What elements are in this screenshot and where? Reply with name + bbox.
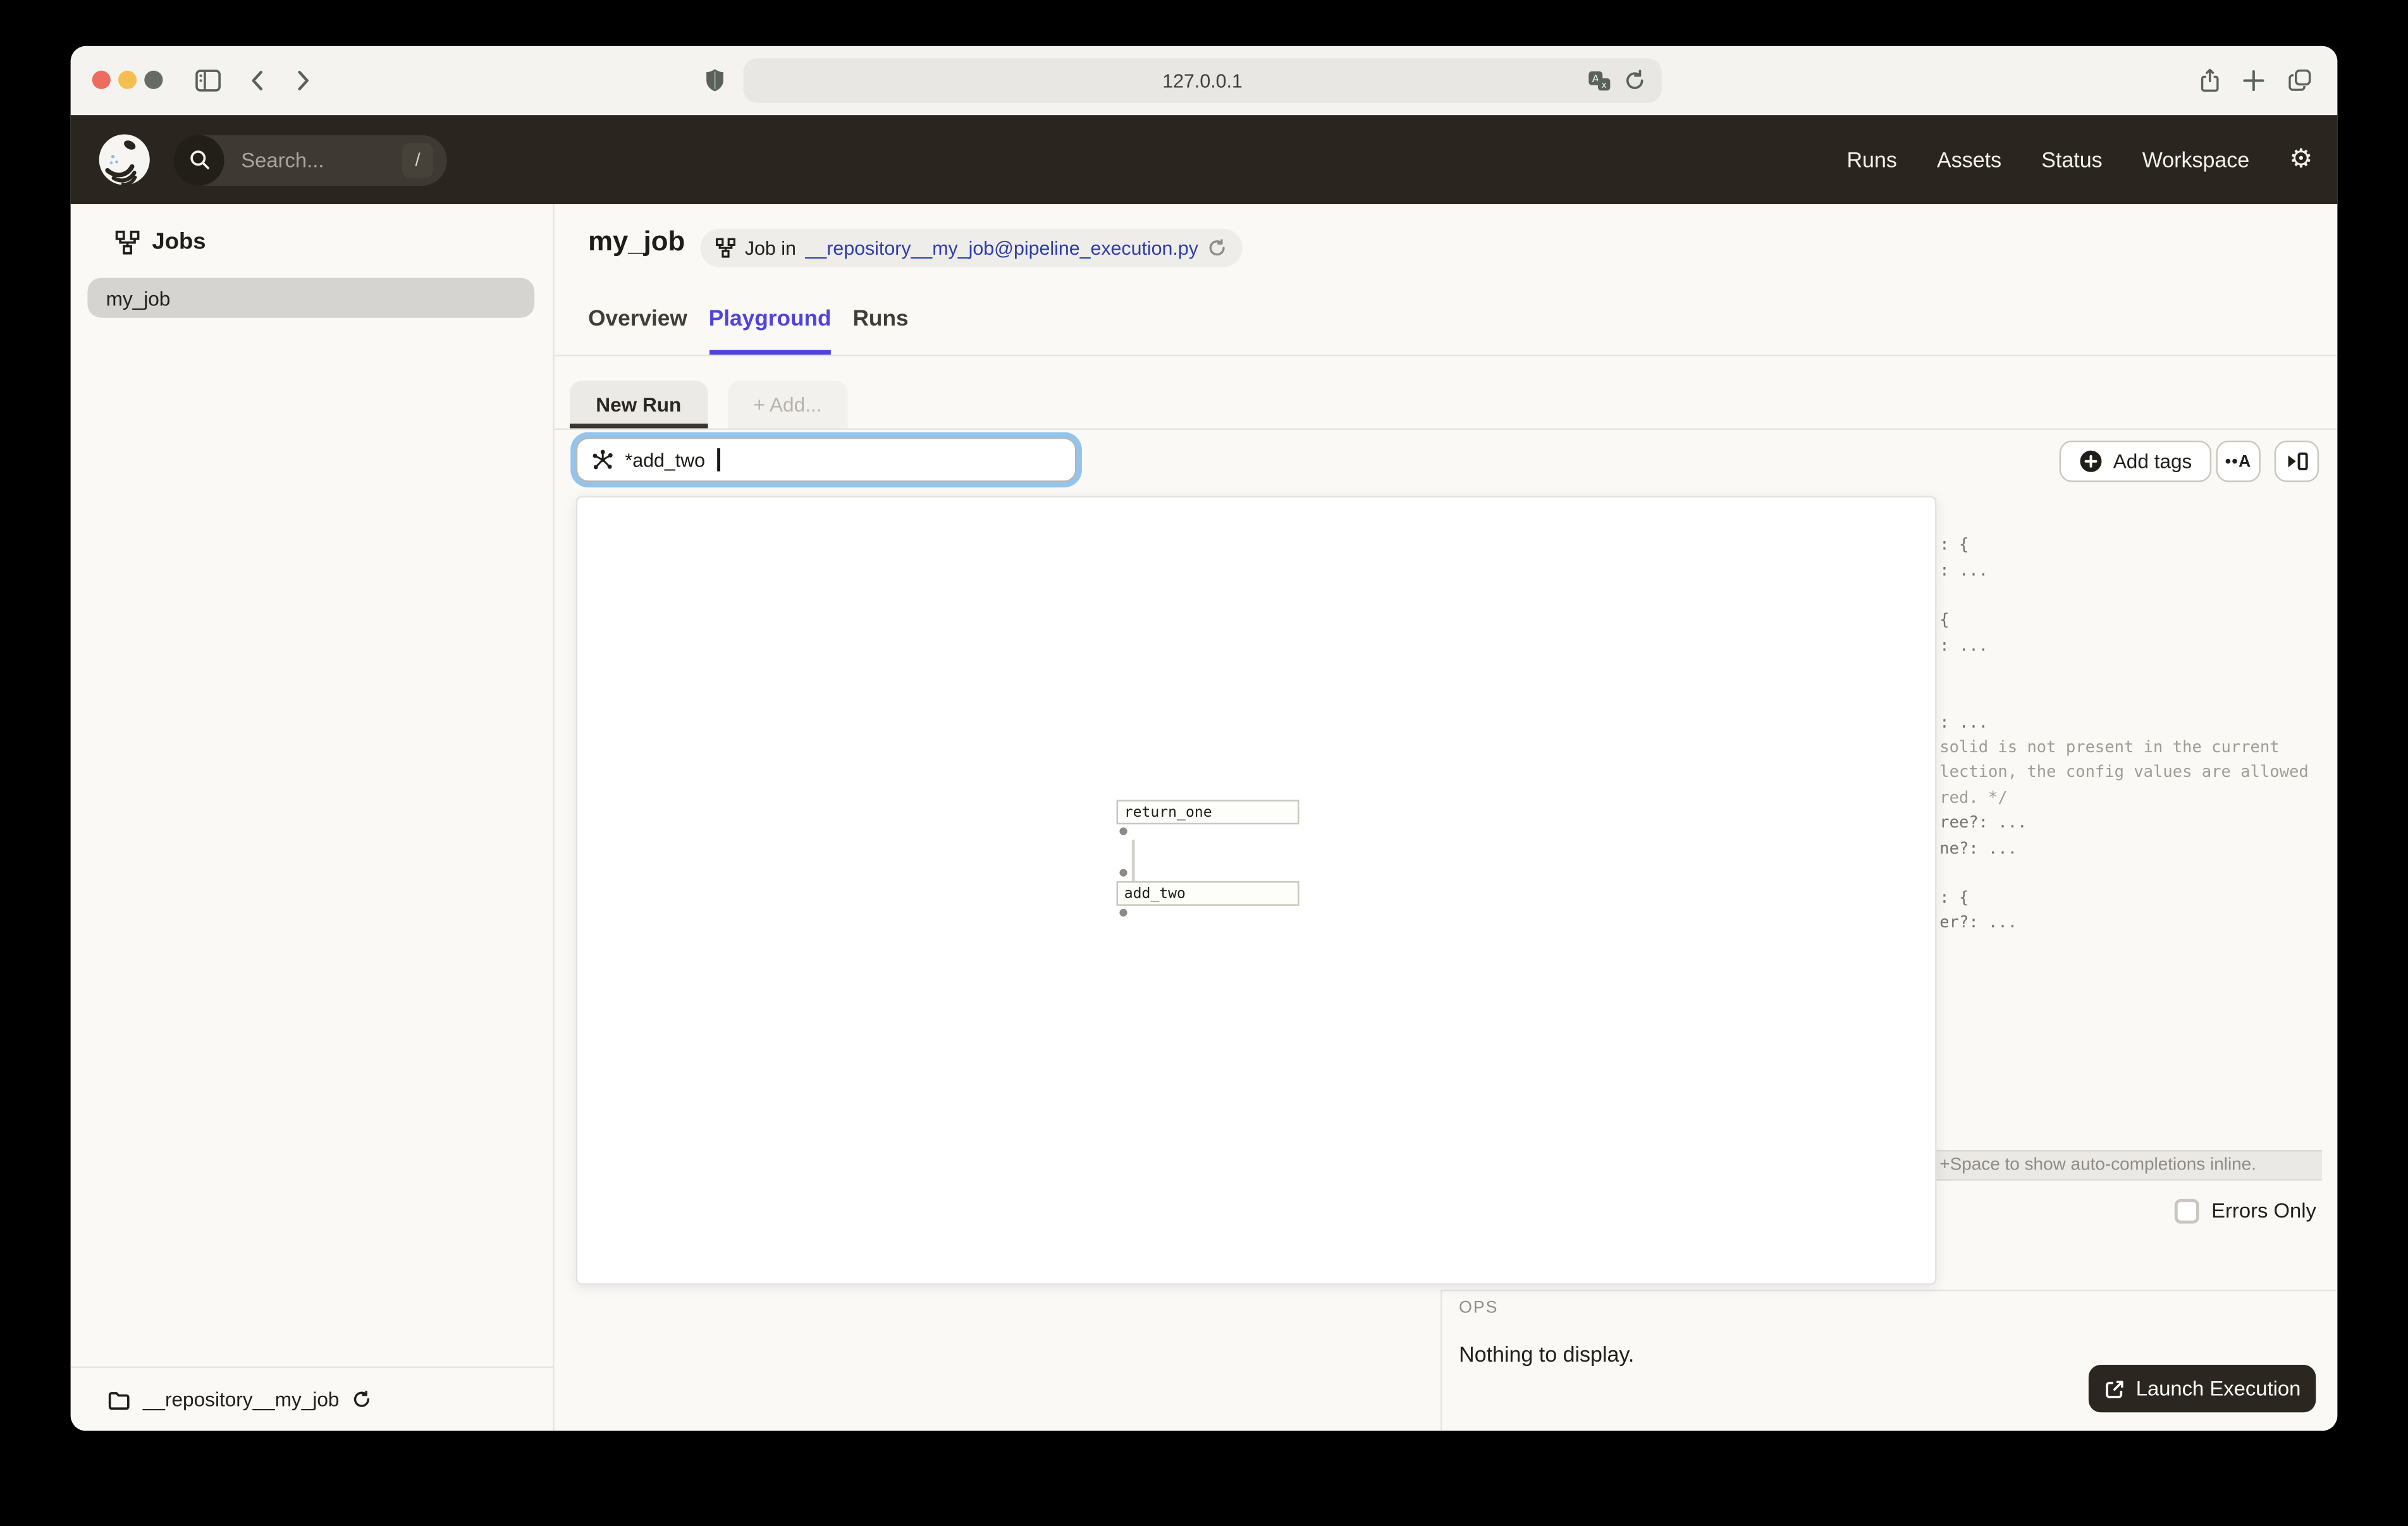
forward-icon[interactable] xyxy=(292,69,313,92)
browser-window: 127.0.0.1 Ax xyxy=(71,46,2338,1431)
tabs-divider xyxy=(555,355,2338,356)
run-tabs-divider xyxy=(555,429,2338,430)
gear-icon[interactable]: ⚙ xyxy=(2289,147,2313,173)
input-dot[interactable] xyxy=(1119,868,1126,876)
tab-overview-icon[interactable] xyxy=(2287,68,2313,94)
repository-name: __repository__my_job xyxy=(143,1388,340,1410)
config-comment-line[interactable]: lection, the config values are allowed xyxy=(1939,763,2308,781)
config-line[interactable]: : ... xyxy=(1939,637,1988,656)
jobs-section-header: Jobs xyxy=(115,229,206,255)
repository-row[interactable]: __repository__my_job xyxy=(71,1366,555,1431)
zoom-window-button[interactable] xyxy=(144,71,163,89)
browser-toolbar: 127.0.0.1 Ax xyxy=(71,46,2338,115)
config-line[interactable]: ree?: ... xyxy=(1939,814,2027,832)
plus-circle-icon xyxy=(2079,450,2102,473)
tab-new-run[interactable]: New Run xyxy=(570,381,708,428)
op-node-return-one[interactable]: return_one xyxy=(1117,800,1299,824)
preview-vertical-divider xyxy=(1440,1290,1442,1431)
nav-status[interactable]: Status xyxy=(2041,147,2102,172)
reload-icon[interactable] xyxy=(1623,69,1646,92)
errors-only-checkbox[interactable] xyxy=(2175,1199,2199,1224)
sidebar-item-label: my_job xyxy=(106,286,171,309)
jobs-section-title: Jobs xyxy=(152,229,206,255)
config-line[interactable]: : { xyxy=(1939,536,1969,554)
expand-panel-button[interactable] xyxy=(2275,441,2319,482)
folder-icon xyxy=(108,1389,130,1410)
play-panel-icon xyxy=(2284,450,2309,473)
text-cursor xyxy=(717,448,720,471)
job-tabs: Overview Playground Runs xyxy=(588,307,908,355)
tab-overview[interactable]: Overview xyxy=(588,307,687,355)
screen: 127.0.0.1 Ax xyxy=(0,0,2408,1526)
autocomplete-hint-bar: +Space to show auto-completions inline. xyxy=(1936,1150,2322,1181)
header-nav: Runs Assets Status Workspace xyxy=(1847,147,2250,172)
new-tab-icon[interactable] xyxy=(2242,69,2265,92)
autocomplete-button[interactable]: ••A xyxy=(2216,441,2260,482)
op-graph-canvas[interactable]: return_one add_two xyxy=(576,496,1937,1285)
global-search[interactable]: Search... / xyxy=(173,134,446,185)
app-header: Search... / Runs Assets Status Workspace… xyxy=(71,115,2338,204)
nav-assets[interactable]: Assets xyxy=(1937,147,2001,172)
errors-only-label: Errors Only xyxy=(2211,1199,2316,1222)
op-graph-icon xyxy=(591,448,614,471)
config-comment-line[interactable]: solid is not present in the current xyxy=(1939,738,2279,757)
page-title: my_job xyxy=(588,226,685,258)
dagster-logo[interactable] xyxy=(98,133,150,186)
preview-horizontal-divider xyxy=(1440,1290,2337,1291)
output-dot[interactable] xyxy=(1119,827,1126,834)
config-line[interactable]: { xyxy=(1939,611,1949,630)
repository-link[interactable]: __repository__my_job@pipeline_execution.… xyxy=(805,237,1198,259)
jobs-sidebar: Jobs my_job __repository__my_job xyxy=(71,204,555,1431)
launch-icon xyxy=(2104,1378,2125,1400)
minimize-window-button[interactable] xyxy=(118,71,137,89)
launch-execution-label: Launch Execution xyxy=(2136,1377,2301,1400)
op-selector-value: *add_two xyxy=(625,449,705,470)
job-location-badge: Job in __repository__my_job@pipeline_exe… xyxy=(700,229,1243,267)
address-bar[interactable]: 127.0.0.1 Ax xyxy=(743,58,1661,102)
close-window-button[interactable] xyxy=(92,71,111,89)
search-icon xyxy=(173,134,224,185)
search-shortcut-key: / xyxy=(402,142,433,178)
badge-prefix: Job in xyxy=(745,237,796,259)
refresh-icon[interactable] xyxy=(352,1389,372,1410)
op-node-add-two[interactable]: add_two xyxy=(1117,881,1299,906)
run-config-tabs: New Run + Add... xyxy=(570,381,848,428)
tab-runs[interactable]: Runs xyxy=(853,307,909,355)
page-content: Jobs my_job __repository__my_job my xyxy=(71,204,2338,1431)
search-placeholder: Search... xyxy=(241,148,324,171)
sidebar-toggle-icon[interactable] xyxy=(195,68,221,94)
share-icon[interactable] xyxy=(2197,68,2222,94)
tab-playground[interactable]: Playground xyxy=(709,307,832,355)
config-line[interactable]: ne?: ... xyxy=(1939,839,2017,858)
add-tags-label: Add tags xyxy=(2113,450,2192,473)
svg-text:x: x xyxy=(1602,80,1607,90)
reload-location-icon[interactable] xyxy=(1208,238,1228,258)
add-config-tab-button[interactable]: + Add... xyxy=(727,381,848,428)
sidebar-item-my-job[interactable]: my_job xyxy=(87,278,534,318)
config-line[interactable]: : ... xyxy=(1939,562,1988,580)
job-icon xyxy=(115,229,140,254)
config-line[interactable]: : { xyxy=(1939,889,1969,907)
edge-line xyxy=(1132,839,1134,881)
ops-section-header: OPS xyxy=(1459,1299,1498,1317)
url-text: 127.0.0.1 xyxy=(1162,70,1243,91)
nav-workspace[interactable]: Workspace xyxy=(2142,147,2249,172)
job-main: my_job Job in __repository__my_job@pipel… xyxy=(555,204,2338,1431)
translate-icon[interactable]: Ax xyxy=(1588,70,1611,91)
op-selector-input[interactable]: *add_two xyxy=(576,437,1077,482)
job-icon xyxy=(716,238,736,258)
ops-empty-message: Nothing to display. xyxy=(1459,1342,1634,1367)
config-line[interactable]: : ... xyxy=(1939,714,1988,732)
config-comment-line[interactable]: red. */ xyxy=(1939,789,2008,807)
config-line[interactable]: er?: ... xyxy=(1939,913,2017,932)
shield-icon[interactable] xyxy=(703,68,726,94)
add-tags-button[interactable]: Add tags xyxy=(2060,441,2212,482)
output-dot[interactable] xyxy=(1119,908,1126,915)
nav-runs[interactable]: Runs xyxy=(1847,147,1897,172)
back-icon[interactable] xyxy=(247,69,269,92)
launch-execution-button[interactable]: Launch Execution xyxy=(2089,1365,2316,1412)
